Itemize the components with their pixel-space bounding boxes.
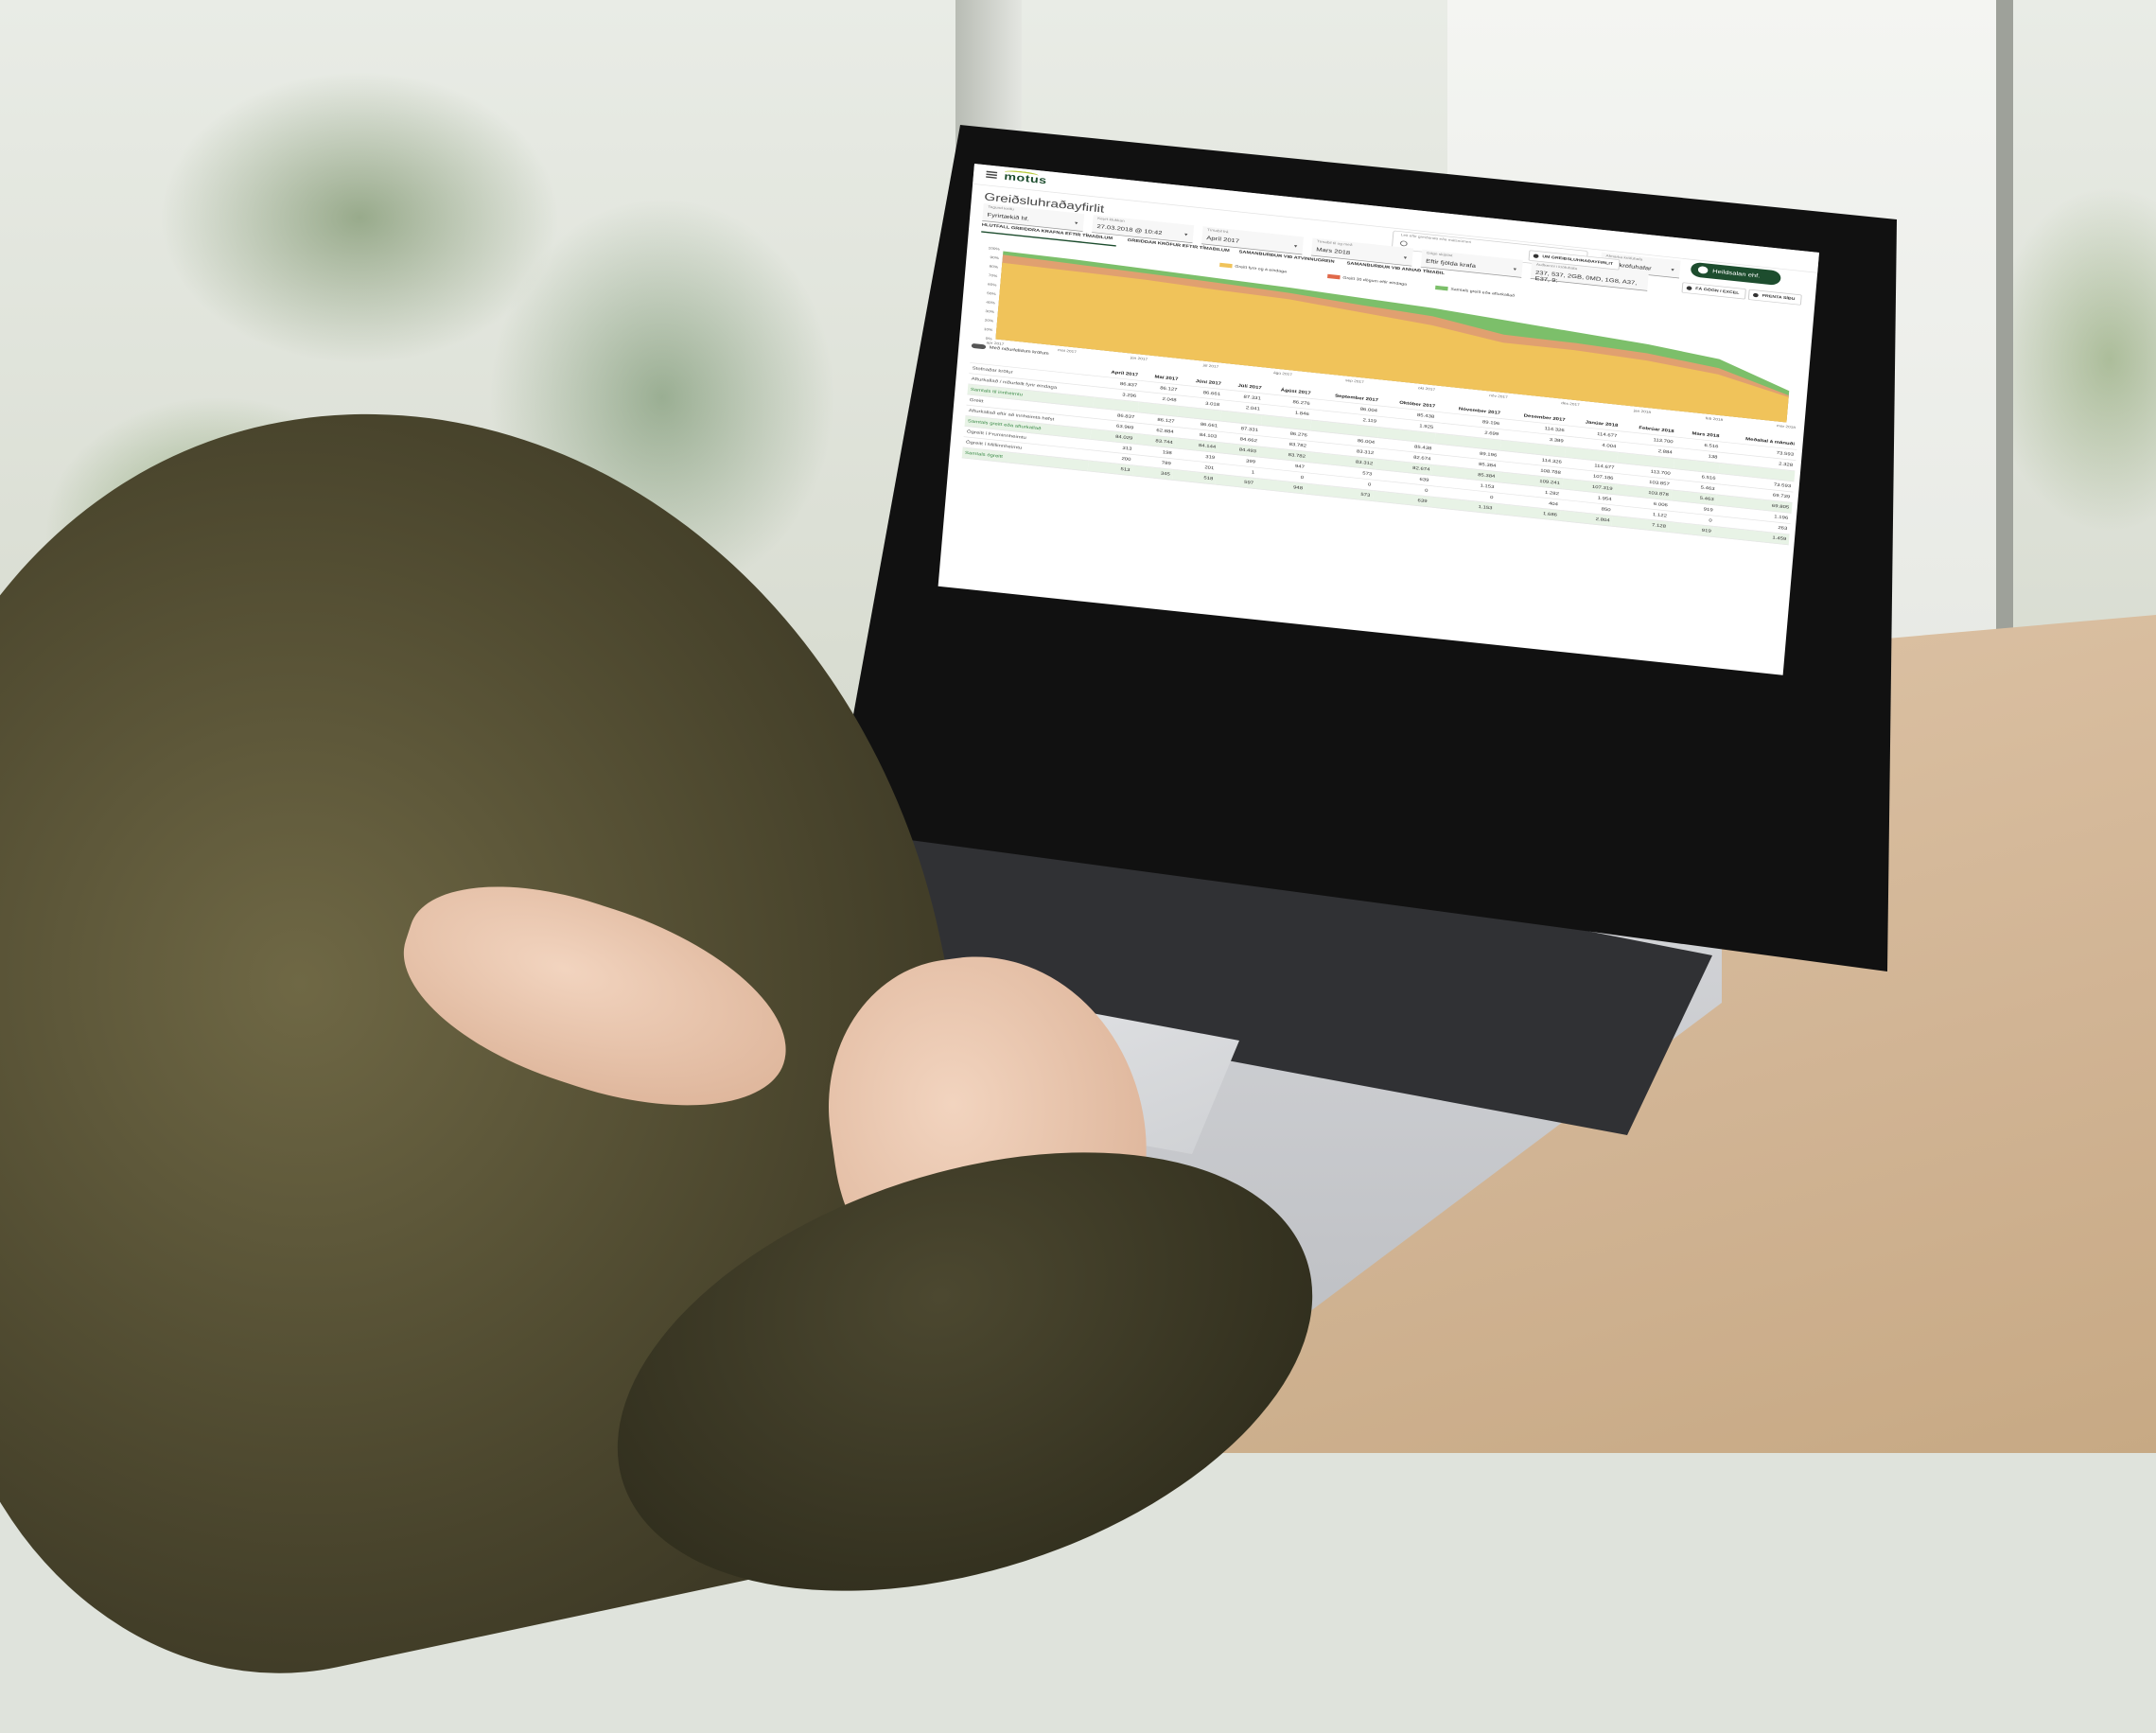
x-tick-label: jan 2018 [1633,409,1652,414]
x-tick-label: feb 2018 [1706,416,1725,422]
y-tick-label: 100% [988,246,1000,251]
y-tick-label: 70% [989,273,998,278]
laptop-screen: motus Greiðsluhraðayfirlit Leit eftir gr… [938,164,1819,675]
field-value: Apríl 2017 [1206,235,1240,245]
app-logo: motus [1003,170,1048,187]
y-tick-label: 60% [988,282,997,287]
y-tick-label: 40% [986,300,995,305]
chevron-down-icon: ▼ [1183,233,1189,238]
info-icon [1533,254,1539,259]
y-tick-label: 90% [990,255,999,260]
download-icon [1686,286,1692,291]
x-tick-label: jún 2017 [1130,356,1148,361]
x-tick-label: maí 2017 [1058,348,1078,354]
y-tick-label: 20% [985,318,994,323]
excel-button-label: FÁ GÖGN í EXCEL [1695,287,1740,296]
field-value: 27.03.2018 @ 10:42 [1096,222,1163,236]
y-tick-label: 80% [989,264,998,269]
field-label: Keyrt klukkan [1096,216,1125,224]
print-icon [1752,292,1759,298]
menu-icon[interactable] [986,170,998,179]
chevron-down-icon: ▼ [1402,255,1409,261]
user-button-label: Heildsalan ehf. [1711,268,1761,279]
x-tick-label: des 2017 [1561,401,1581,407]
chevron-down-icon: ▼ [1073,221,1079,226]
field-value: Mars 2018 [1316,246,1351,256]
y-tick-label: 10% [984,327,993,332]
x-tick-label: mar 2018 [1777,424,1797,429]
field-label: Tegund kröfu [988,204,1014,212]
print-button[interactable]: PRENTA SÍÐU [1747,289,1802,306]
excel-button[interactable]: FÁ GÖGN í EXCEL [1681,282,1746,300]
window-frame [1996,0,2013,653]
y-tick-label: 30% [985,309,994,314]
x-tick-label: ágú 2017 [1273,371,1293,376]
x-tick-label: sep 2017 [1345,378,1365,384]
chevron-down-icon: ▼ [1292,244,1299,250]
field-label: Tímabil frá [1206,228,1229,235]
x-tick-label: okt 2017 [1418,386,1436,392]
x-tick-label: júl 2017 [1201,363,1219,369]
field-value: Fyrirtækið hf. [987,211,1030,222]
chevron-down-icon: ▼ [1670,268,1676,273]
x-tick-label: nóv 2017 [1489,394,1509,399]
account-icon [1697,266,1709,274]
search-icon [1399,240,1408,247]
toggle-switch[interactable] [971,342,987,350]
field-value: Eftir fjölda krafa [1425,257,1477,270]
print-button-label: PRENTA SÍÐU [1762,293,1796,302]
y-tick-label: 50% [987,291,996,296]
field-label: Gögn skiptist [1426,251,1453,258]
field-value: 237, 537, 2GB, 0MD, 1G8, A37, E37, 9: [1534,269,1638,287]
chevron-down-icon: ▼ [1512,267,1518,272]
